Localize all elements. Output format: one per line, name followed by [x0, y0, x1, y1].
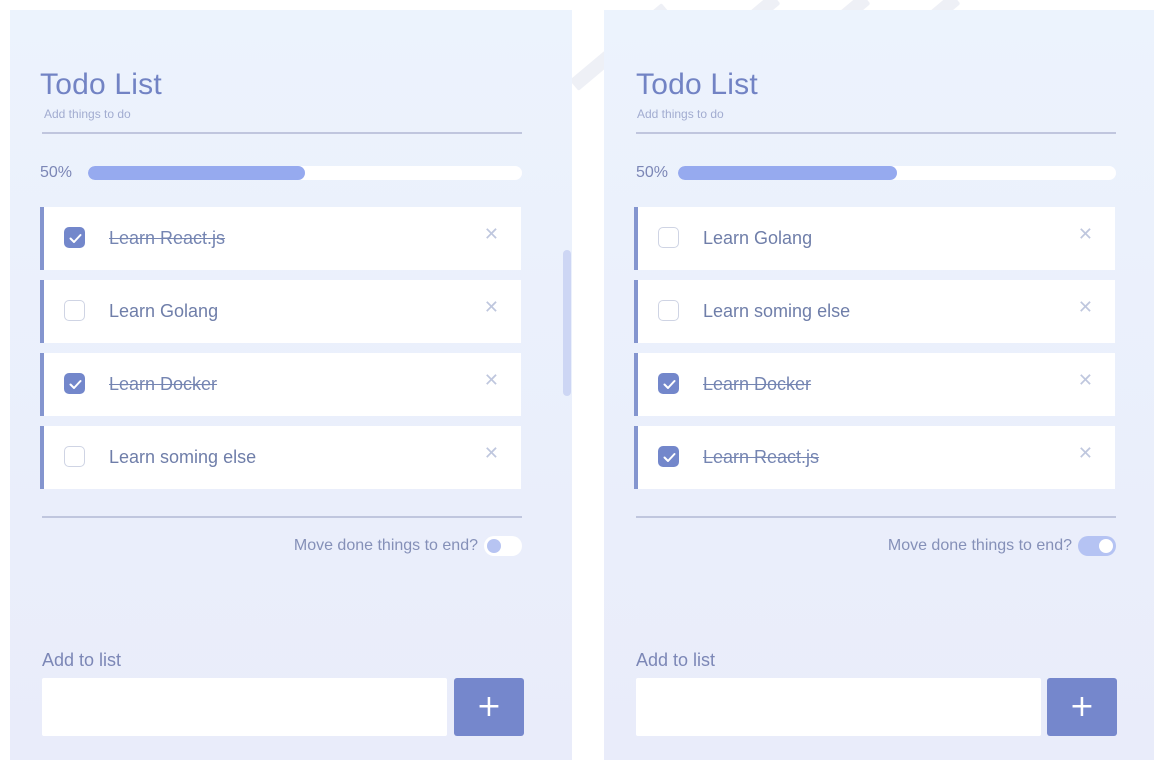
header-divider — [42, 132, 522, 134]
todo-label: Learn Golang — [703, 228, 813, 248]
todo-checkbox[interactable] — [658, 373, 679, 394]
progress-fill — [678, 166, 897, 180]
progress-fill — [88, 166, 305, 180]
close-icon[interactable]: ✕ — [1078, 226, 1093, 244]
todo-checkbox[interactable] — [64, 373, 85, 394]
todo-list: Learn React.js ✕ Learn Golang ✕ Learn Do… — [40, 207, 521, 499]
move-done-toggle[interactable] — [484, 536, 522, 556]
toggle-knob — [487, 539, 501, 553]
move-done-toggle-row: Move done things to end? — [888, 536, 1116, 556]
close-icon[interactable]: ✕ — [484, 372, 499, 390]
close-icon[interactable]: ✕ — [484, 299, 499, 317]
list-divider — [42, 516, 522, 518]
page-title: Todo List — [40, 68, 162, 101]
add-to-list-label: Add to list — [42, 650, 122, 670]
close-icon[interactable]: ✕ — [484, 445, 499, 463]
todo-label: Learn soming else — [703, 301, 851, 321]
todo-label: Learn React.js — [703, 447, 820, 467]
add-to-list-label: Add to list — [636, 650, 716, 670]
scrollbar-thumb[interactable] — [563, 250, 571, 396]
toggle-label: Move done things to end? — [887, 537, 1072, 554]
progress-bar — [678, 166, 1116, 180]
page-subtitle: Add things to do — [637, 107, 724, 121]
todo-item[interactable]: Learn React.js ✕ — [634, 426, 1115, 489]
list-divider — [636, 516, 1116, 518]
todo-checkbox[interactable] — [658, 227, 679, 248]
todo-panel-left: Todo List Add things to do 50% Learn Rea… — [10, 10, 572, 760]
todo-list: Learn Golang ✕ Learn soming else ✕ Learn… — [634, 207, 1115, 499]
progress-label: 50% — [636, 164, 669, 181]
close-icon[interactable]: ✕ — [1078, 445, 1093, 463]
progress-bar — [88, 166, 522, 180]
todo-checkbox[interactable] — [64, 446, 85, 467]
todo-item[interactable]: Learn soming else ✕ — [40, 426, 521, 489]
progress-label: 50% — [40, 164, 73, 181]
check-icon — [69, 380, 82, 389]
check-icon — [69, 234, 82, 243]
close-icon[interactable]: ✕ — [1078, 372, 1093, 390]
todo-item[interactable]: Learn Golang ✕ — [40, 280, 521, 343]
check-icon — [663, 453, 676, 462]
todo-item[interactable]: Learn Docker ✕ — [634, 353, 1115, 416]
close-icon[interactable]: ✕ — [1078, 299, 1093, 317]
todo-item[interactable]: Learn React.js ✕ — [40, 207, 521, 270]
add-todo-input[interactable] — [636, 678, 1041, 736]
todo-checkbox[interactable] — [64, 227, 85, 248]
todo-label: Learn soming else — [109, 447, 257, 467]
check-icon — [663, 380, 676, 389]
header-divider — [636, 132, 1116, 134]
move-done-toggle[interactable] — [1078, 536, 1116, 556]
todo-item[interactable]: Learn Docker ✕ — [40, 353, 521, 416]
toggle-knob — [1099, 539, 1113, 553]
todo-panel-right: Todo List Add things to do 50% Learn Gol… — [604, 10, 1154, 760]
todo-label: Learn Golang — [109, 301, 219, 321]
page-title: Todo List — [636, 68, 758, 101]
todo-label: Learn React.js — [109, 228, 226, 248]
todo-checkbox[interactable] — [64, 300, 85, 321]
add-todo-button[interactable]: + — [454, 678, 524, 736]
todo-checkbox[interactable] — [658, 300, 679, 321]
add-todo-button[interactable]: + — [1047, 678, 1117, 736]
toggle-label: Move done things to end? — [293, 537, 478, 554]
todo-label: Learn Docker — [109, 374, 218, 394]
todo-checkbox[interactable] — [658, 446, 679, 467]
todo-item[interactable]: Learn Golang ✕ — [634, 207, 1115, 270]
todo-item[interactable]: Learn soming else ✕ — [634, 280, 1115, 343]
add-todo-input[interactable] — [42, 678, 447, 736]
page-subtitle: Add things to do — [44, 107, 131, 121]
move-done-toggle-row: Move done things to end? — [294, 536, 522, 556]
close-icon[interactable]: ✕ — [484, 226, 499, 244]
todo-label: Learn Docker — [703, 374, 812, 394]
